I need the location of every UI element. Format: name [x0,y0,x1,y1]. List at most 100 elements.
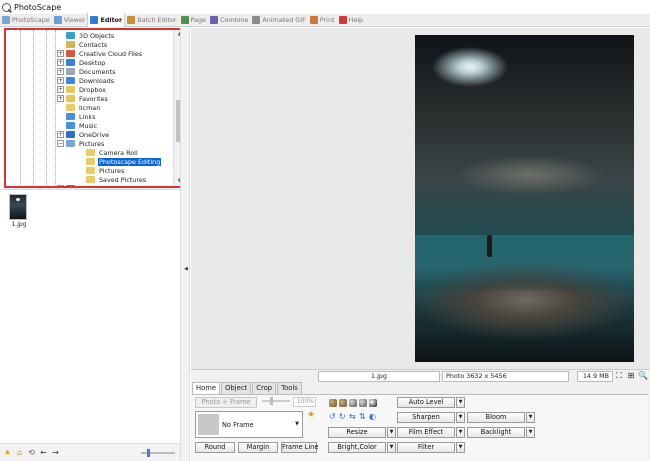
tree-item[interactable]: Links [66,112,96,121]
tree-item[interactable]: Saved Pictures [86,175,147,184]
slider-knob[interactable] [270,397,273,405]
refresh-icon[interactable]: ⟲ [27,448,36,457]
frame-percent-field[interactable]: 100% [293,397,316,407]
expand-plus-icon[interactable]: + [57,50,64,57]
tree-item[interactable]: Pictures [86,166,125,175]
collapse-arrow-icon[interactable]: ◀ [184,266,188,272]
grayscale-icon[interactable] [359,399,367,407]
sepia-icon[interactable] [329,399,337,407]
tree-item[interactable]: + Dropbox [57,85,107,94]
frame-line-button[interactable]: Frame Line [281,442,318,453]
edited-photo[interactable] [415,35,634,362]
thumbnail-size-slider[interactable] [141,449,175,457]
filter-dropdown-icon[interactable]: ▼ [456,442,465,453]
tree-item[interactable]: licman [66,103,101,112]
folder-shortcut-icon[interactable]: ⌂ [15,448,24,457]
tree-item[interactable]: Camera Roll [86,148,139,157]
actual-size-icon[interactable]: ⊞ [626,371,636,381]
fit-window-icon[interactable]: ⛶ [614,371,624,381]
folder-icon [86,176,95,183]
bloom-button[interactable]: Bloom [467,412,525,423]
tree-item-label: Downloads [79,76,115,85]
status-bar: 1.jpg Photo 3632 x 5456 14.9 MB ⛶ ⊞ 🔍 [191,369,650,382]
photo-frame-button[interactable]: Photo + Frame [195,397,257,408]
expand-plus-icon[interactable]: + [57,59,64,66]
tree-item[interactable]: + Desktop [57,58,106,67]
favorite-frame-star-icon[interactable]: ★ [307,410,315,420]
forward-arrow-icon[interactable]: → [51,448,60,457]
expand-plus-icon[interactable]: + [57,86,64,93]
photo-rock-area [455,155,605,195]
brown-tone-icon[interactable] [339,399,347,407]
panel-splitter[interactable]: ◀ [180,28,190,461]
rotate-right-icon[interactable]: ↻ [339,413,346,421]
filter-button[interactable]: Filter [397,442,455,453]
black-white-icon[interactable] [369,399,377,407]
sharpen-dropdown-icon[interactable]: ▼ [456,412,465,423]
expand-plus-icon[interactable]: + [57,95,64,102]
flip-icon[interactable]: ⇆ [349,413,356,421]
tree-item[interactable]: Photoscape Editing [86,157,162,166]
sharpen-button[interactable]: Sharpen [397,412,455,423]
tree-item[interactable]: + Favorites [57,94,109,103]
tab-object[interactable]: Object [221,382,252,394]
flip-vertical-icon[interactable]: ⇅ [359,413,366,421]
tree-item[interactable]: Contacts [66,40,108,49]
expand-plus-icon[interactable]: + [57,185,64,186]
film-effect-button[interactable]: Film Effect [397,427,455,438]
tab-photoscape[interactable]: PhotoScape [0,14,52,27]
tab-combine[interactable]: Combine [208,14,250,27]
auto-contrast-icon[interactable]: ◐ [369,413,376,421]
thumbnail-item[interactable]: 1.jpg [9,194,29,228]
expand-plus-icon[interactable]: + [57,77,64,84]
tab-tools[interactable]: Tools [277,382,302,394]
tab-print[interactable]: Print [308,14,337,27]
tree-item[interactable]: + Downloads [57,76,115,85]
tab-editor[interactable]: Editor [87,13,126,27]
collapse-minus-icon[interactable]: − [57,140,64,147]
favorite-star-icon[interactable]: ★ [3,448,12,457]
resize-dropdown-icon[interactable]: ▼ [387,427,396,438]
tree-item[interactable]: Music [66,121,98,130]
bright-color-dropdown-icon[interactable]: ▼ [387,442,396,453]
frame-opacity-slider[interactable] [262,397,290,405]
frame-select[interactable]: No Frame ▼ [195,411,303,438]
auto-level-button[interactable]: Auto Level [397,397,455,408]
thumbnail-image[interactable] [9,194,27,220]
thumbnail-panel: 1.jpg [0,189,187,443]
tab-crop[interactable]: Crop [252,382,277,394]
margin-button[interactable]: Margin [238,442,278,453]
tab-batch-editor[interactable]: Batch Editor [125,14,178,27]
tree-item[interactable]: − Pictures [57,139,105,148]
gray-tone-icon[interactable] [349,399,357,407]
auto-level-dropdown-icon[interactable]: ▼ [456,397,465,408]
round-button[interactable]: Round [195,442,235,453]
tab-animated-gif[interactable]: Animated GIF [250,14,307,27]
tab-help[interactable]: Help [337,14,366,27]
expand-plus-icon[interactable]: + [57,68,64,75]
tree-item[interactable]: 3D Objects [66,31,115,40]
tree-item[interactable]: + Documents [57,67,116,76]
slider-knob[interactable] [147,449,150,457]
tree-item[interactable]: + OneDrive [57,130,110,139]
tab-page[interactable]: Page [179,14,208,27]
zoom-icon[interactable]: 🔍 [638,371,648,381]
tab-viewer[interactable]: Viewer [52,14,88,27]
film-effect-dropdown-icon[interactable]: ▼ [456,427,465,438]
title-bar: PhotoScape [0,0,650,14]
bright-color-button[interactable]: Bright,Color [328,442,386,453]
backlight-dropdown-icon[interactable]: ▼ [526,427,535,438]
back-arrow-icon[interactable]: ← [39,448,48,457]
expand-plus-icon[interactable]: + [57,131,64,138]
resize-button[interactable]: Resize [328,427,386,438]
tree-item[interactable]: + Saved Games [57,184,124,186]
rotate-left-icon[interactable]: ↺ [329,413,336,421]
image-canvas[interactable] [191,28,650,369]
tree-item-label: licman [79,103,101,112]
chevron-down-icon: ▼ [295,421,299,427]
tree-item[interactable]: + Creative Cloud Files [57,49,143,58]
backlight-button[interactable]: Backlight [467,427,525,438]
folder-tree: 3D Objects Contacts + Creative Cloud Files +… [4,28,186,188]
bloom-dropdown-icon[interactable]: ▼ [526,412,535,423]
tree-guide-line [46,30,47,186]
